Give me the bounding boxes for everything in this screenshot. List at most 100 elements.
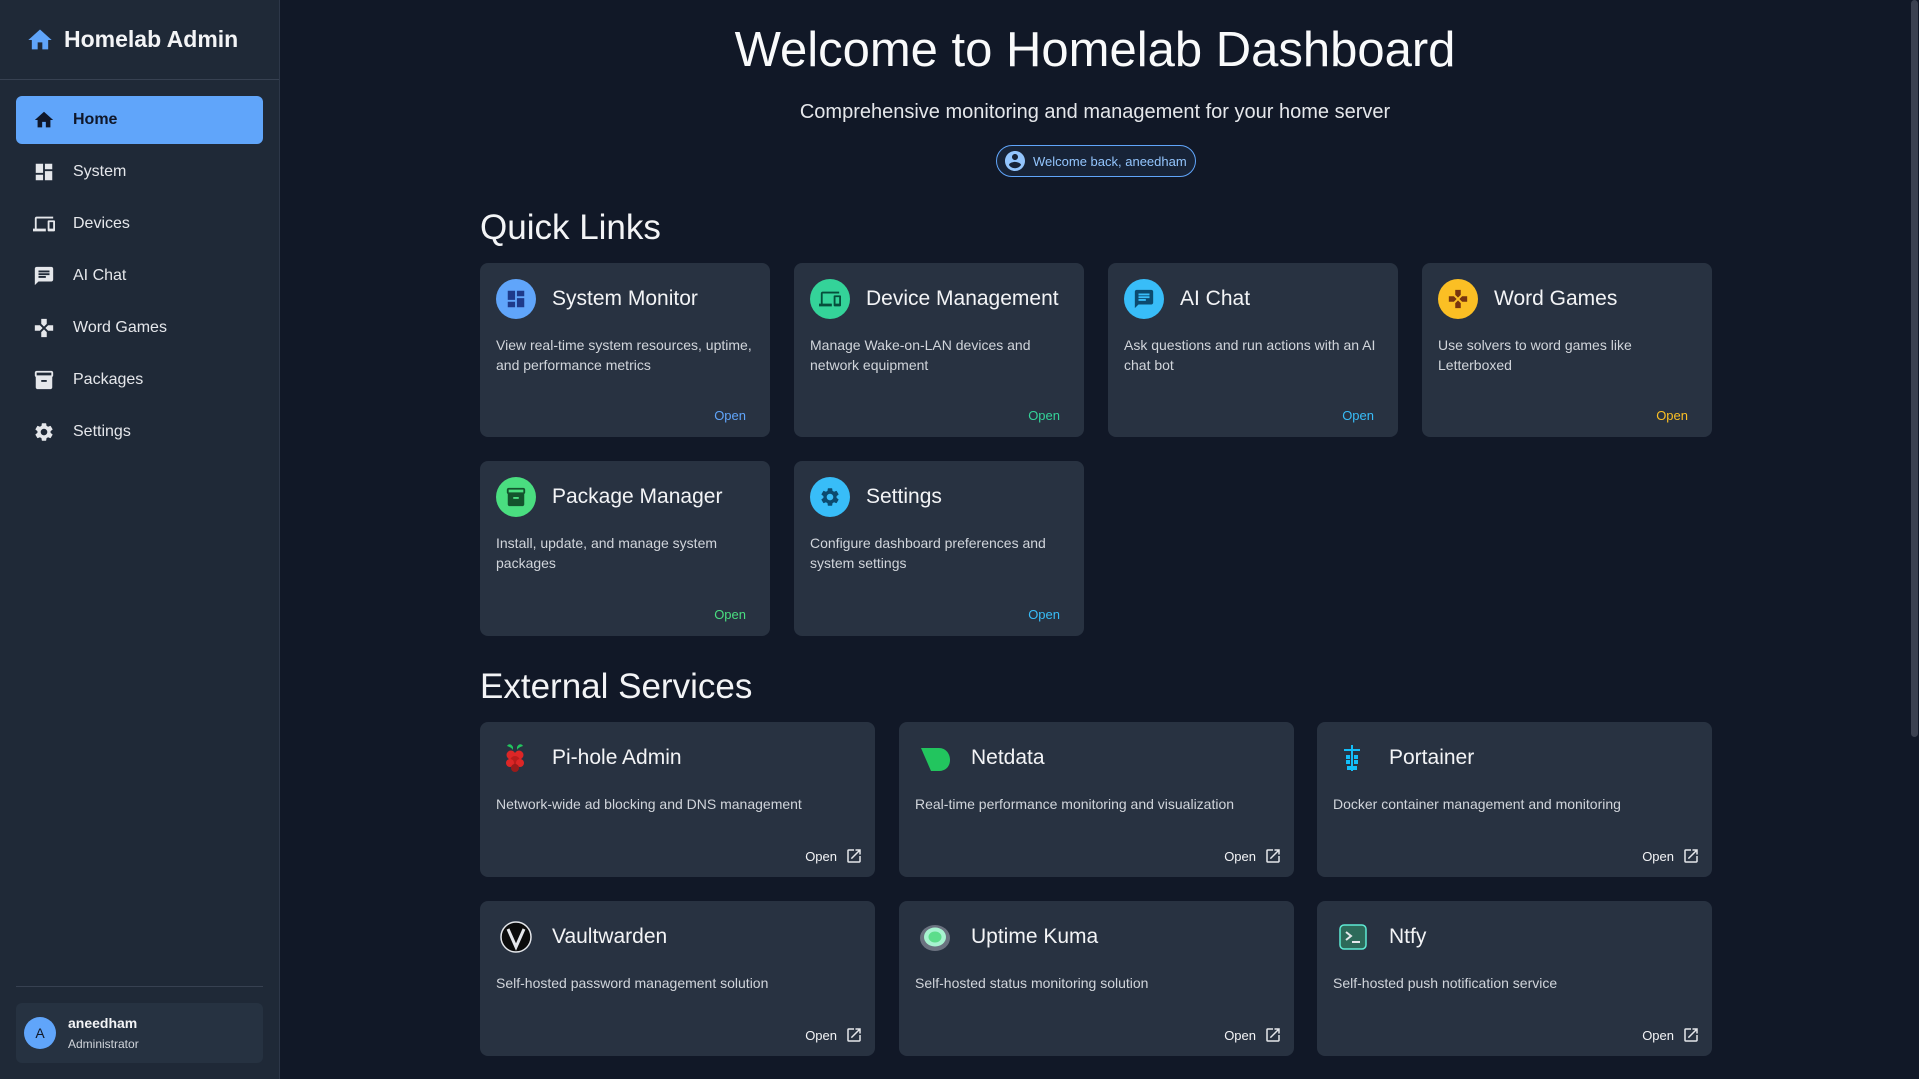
- open-label: Open: [805, 848, 837, 864]
- archive-icon: [34, 370, 54, 390]
- netdata-icon: [915, 738, 955, 778]
- card-title: AI Chat: [1180, 287, 1251, 310]
- service-card-vaultwarden[interactable]: Vaultwarden Self-hosted password managem…: [480, 901, 875, 1056]
- sidebar-item-home[interactable]: Home: [16, 96, 263, 144]
- external-link-icon: [847, 1028, 861, 1042]
- devices-icon: [33, 216, 55, 232]
- card-title: Ntfy: [1389, 925, 1427, 948]
- quick-link-card-settings[interactable]: Settings Configure dashboard preferences…: [794, 461, 1084, 636]
- welcome-text: Welcome back, aneedham: [1033, 153, 1187, 169]
- user-name: aneedham: [68, 1015, 138, 1031]
- page-subtitle: Comprehensive monitoring and management …: [799, 101, 1391, 123]
- quick-link-card-system-monitor[interactable]: System Monitor View real-time system res…: [480, 263, 770, 437]
- page-title: Welcome to Homelab Dashboard: [734, 23, 1456, 77]
- sidebar-item-word-games[interactable]: Word Games: [16, 304, 263, 352]
- sidebar-item-system[interactable]: System: [16, 148, 263, 196]
- scrollbar[interactable]: [1910, 0, 1919, 1079]
- sidebar-item-packages[interactable]: Packages: [16, 356, 263, 404]
- user-card[interactable]: A aneedham Administrator: [16, 1003, 263, 1063]
- gear-icon: [35, 423, 53, 441]
- external-link-icon: [1266, 1028, 1280, 1042]
- card-title: Netdata: [971, 746, 1045, 769]
- service-card-ntfy[interactable]: Ntfy Self-hosted push notification servi…: [1317, 901, 1712, 1056]
- open-external-button[interactable]: Open: [805, 1026, 863, 1044]
- brand[interactable]: Homelab Admin: [0, 0, 279, 80]
- open-link[interactable]: Open: [1656, 408, 1688, 423]
- open-external-button[interactable]: Open: [1642, 847, 1700, 865]
- uptime-kuma-icon: [915, 917, 955, 957]
- card-description: View real-time system resources, uptime,…: [496, 337, 752, 373]
- card-title: Word Games: [1494, 287, 1618, 310]
- home-icon: [34, 111, 54, 128]
- quick-link-card-ai-chat[interactable]: AI Chat Ask questions and run actions wi…: [1108, 263, 1398, 437]
- card-description: Docker container management and monitori…: [1333, 796, 1621, 812]
- brand-title: Homelab Admin: [64, 26, 239, 52]
- devices-icon: [810, 279, 850, 319]
- sidebar-item-label: Devices: [73, 215, 130, 232]
- sidebar-item-ai-chat[interactable]: AI Chat: [16, 252, 263, 300]
- gear-icon: [810, 477, 850, 517]
- section-title-quick-links: Quick Links: [480, 208, 661, 247]
- card-description: Real-time performance monitoring and vis…: [915, 796, 1235, 812]
- external-link-icon: [1684, 1028, 1698, 1042]
- card-title: Device Management: [866, 287, 1059, 310]
- open-link[interactable]: Open: [1028, 607, 1060, 622]
- external-link-icon: [847, 849, 861, 863]
- card-description: Install, update, and manage system packa…: [496, 535, 718, 571]
- open-link[interactable]: Open: [1342, 408, 1374, 423]
- service-card-uptime-kuma[interactable]: Uptime Kuma Self-hosted status monitorin…: [899, 901, 1294, 1056]
- open-link[interactable]: Open: [714, 607, 746, 622]
- open-link[interactable]: Open: [714, 408, 746, 423]
- open-label: Open: [1224, 848, 1256, 864]
- card-title: Vaultwarden: [552, 925, 668, 948]
- open-external-button[interactable]: Open: [1224, 1026, 1282, 1044]
- quick-link-card-package-manager[interactable]: Package Manager Install, update, and man…: [480, 461, 770, 636]
- sidebar-item-label: Word Games: [73, 319, 167, 336]
- open-link[interactable]: Open: [1028, 408, 1060, 423]
- chat-icon: [1124, 279, 1164, 319]
- open-label: Open: [1642, 848, 1674, 864]
- scrollbar-thumb[interactable]: [1911, 0, 1918, 737]
- card-description: Self-hosted password management solution: [496, 975, 769, 991]
- sidebar-item-devices[interactable]: Devices: [16, 200, 263, 248]
- card-description: Manage Wake-on-LAN devices and network e…: [810, 337, 1031, 373]
- service-card-portainer[interactable]: Portainer Docker container management an…: [1317, 722, 1712, 877]
- service-card-netdata[interactable]: Netdata Real-time performance monitoring…: [899, 722, 1294, 877]
- card-title: Pi-hole Admin: [552, 746, 682, 769]
- service-card-pihole[interactable]: Pi-hole Admin Network-wide ad blocking a…: [480, 722, 875, 877]
- sidebar-item-settings[interactable]: Settings: [16, 408, 263, 456]
- home-icon: [28, 29, 52, 49]
- open-external-button[interactable]: Open: [1224, 847, 1282, 865]
- sidebar: Homelab Admin Home System Devices AI Cha…: [0, 0, 280, 1079]
- card-description: Configure dashboard preferences and syst…: [810, 535, 1046, 571]
- welcome-chip: Welcome back, aneedham: [996, 145, 1196, 177]
- section-title-external-services: External Services: [480, 667, 753, 706]
- open-label: Open: [1642, 1027, 1674, 1043]
- user-role: Administrator: [68, 1037, 139, 1051]
- card-title: Package Manager: [552, 485, 723, 508]
- open-external-button[interactable]: Open: [805, 847, 863, 865]
- chat-icon: [34, 266, 54, 286]
- gamepad-icon: [1438, 279, 1478, 319]
- card-title: Uptime Kuma: [971, 925, 1099, 948]
- card-description: Self-hosted status monitoring solution: [915, 975, 1149, 991]
- terminal-icon: [1333, 917, 1373, 957]
- card-description: Self-hosted push notification service: [1333, 975, 1558, 991]
- archive-icon: [496, 477, 536, 517]
- open-external-button[interactable]: Open: [1642, 1026, 1700, 1044]
- sidebar-item-label: AI Chat: [73, 267, 127, 284]
- dashboard-icon: [496, 279, 536, 319]
- quick-link-card-device-management[interactable]: Device Management Manage Wake-on-LAN dev…: [794, 263, 1084, 437]
- divider: [16, 986, 263, 987]
- card-description: Ask questions and run actions with an AI…: [1124, 337, 1376, 373]
- sidebar-item-label: System: [73, 163, 127, 180]
- vaultwarden-icon: [496, 917, 536, 957]
- dashboard-icon: [35, 163, 53, 181]
- raspberry-icon: [496, 738, 536, 778]
- card-description: Network-wide ad blocking and DNS managem…: [496, 796, 802, 812]
- card-title: Settings: [866, 485, 942, 508]
- card-title: Portainer: [1389, 746, 1475, 769]
- quick-link-card-word-games[interactable]: Word Games Use solvers to word games lik…: [1422, 263, 1712, 437]
- external-link-icon: [1266, 849, 1280, 863]
- avatar: A: [24, 1017, 56, 1049]
